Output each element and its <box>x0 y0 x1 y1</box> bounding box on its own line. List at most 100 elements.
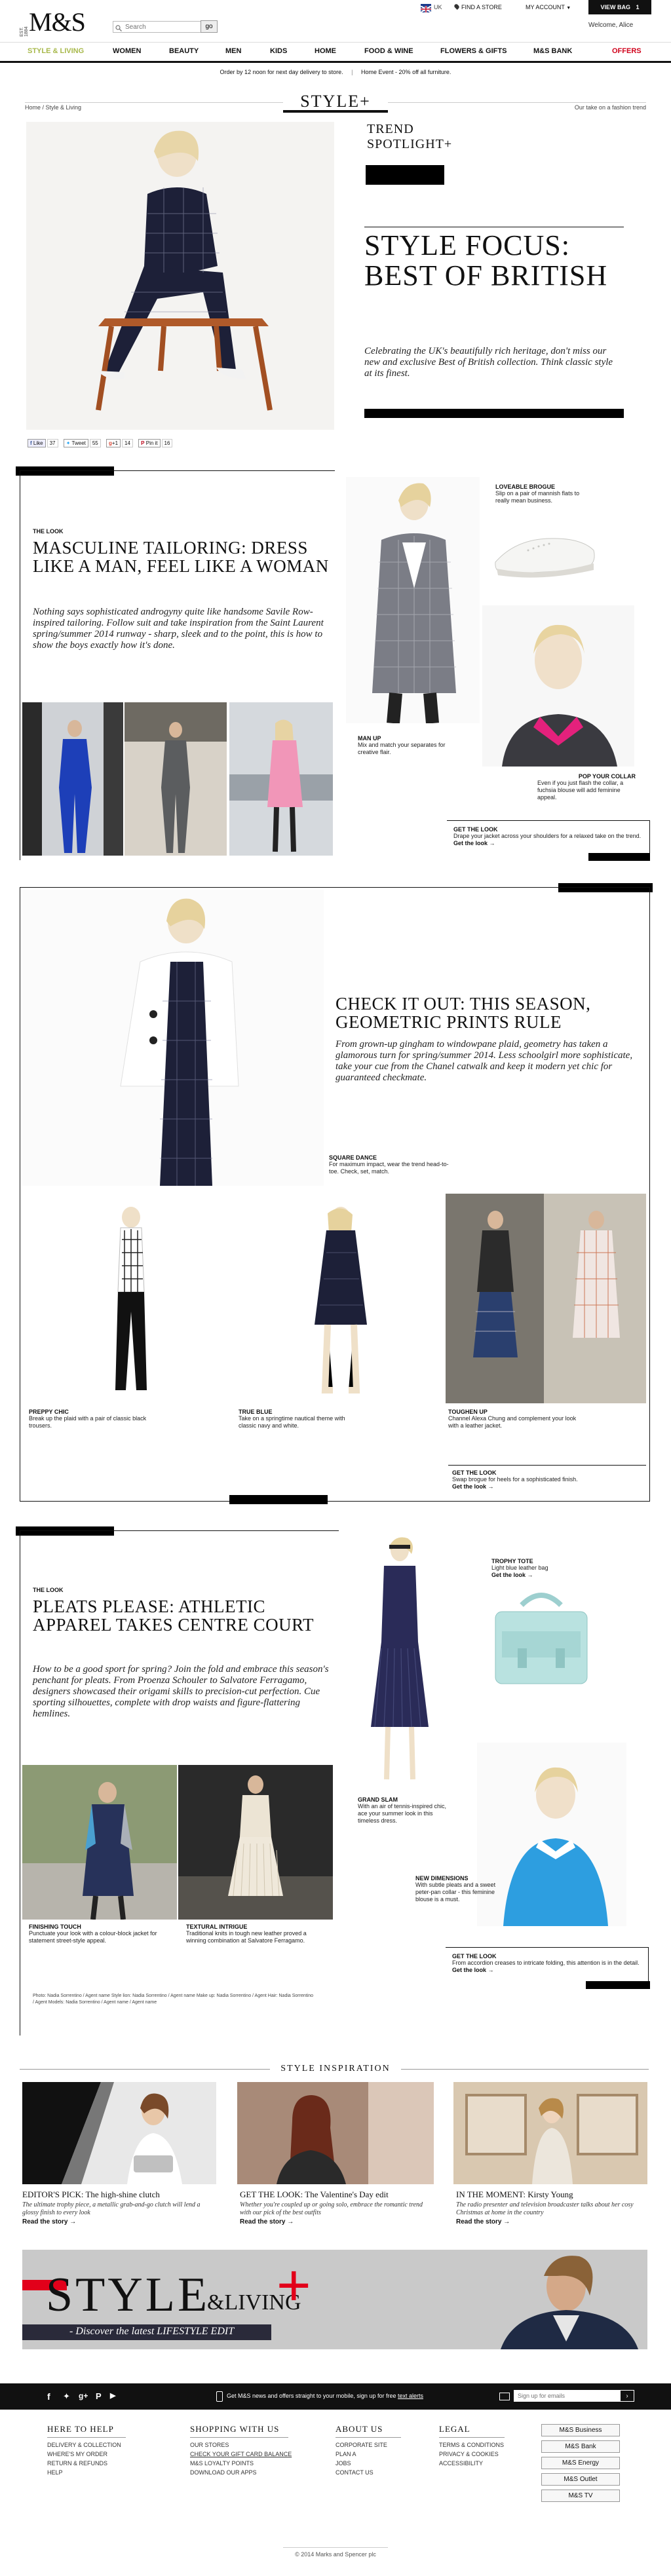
promo-left[interactable]: Order by 12 noon for next day delivery t… <box>220 69 343 75</box>
inspiration-photo-valentine[interactable] <box>237 2082 434 2184</box>
logo-small: EST. 1884 <box>20 26 29 37</box>
look3-get-link[interactable]: Get the look → <box>452 1967 643 1973</box>
my-account-link[interactable]: MY ACCOUNT ▼ <box>526 4 571 10</box>
brand-button-energy[interactable]: M&S Energy <box>541 2457 620 2469</box>
find-store-link[interactable]: FIND A STORE <box>453 3 502 10</box>
inspiration-photo-kirsty[interactable] <box>453 2082 647 2184</box>
nav-item-offers[interactable]: OFFERS <box>612 47 642 55</box>
footer-link-stores[interactable]: OUR STORES <box>190 2440 321 2450</box>
look3-caption-grand-slam: GRAND SLAM With an air of tennis-inspire… <box>358 1796 450 1825</box>
footer-link-corporate[interactable]: CORPORATE SITE <box>336 2440 427 2450</box>
nav-item-men[interactable]: MEN <box>225 47 241 55</box>
footer-col-shopping-rule <box>190 2437 288 2438</box>
footer-link-contact[interactable]: CONTACT US <box>336 2468 427 2477</box>
brand-button-business[interactable]: M&S Business <box>541 2424 620 2436</box>
pin-label: Pin it <box>145 440 158 446</box>
logo[interactable]: EST. 1884 M&S <box>20 7 92 37</box>
view-bag-button[interactable]: VIEW BAG 1 <box>588 0 651 14</box>
pinterest-icon[interactable]: P <box>96 2391 102 2401</box>
main-nav: STYLE & LIVING WOMEN BEAUTY MEN KIDS HOM… <box>0 42 671 63</box>
inspiration-3-title: IN THE MOMENT: Kirsty Young <box>456 2189 573 2199</box>
footer-link-jobs[interactable]: JOBS <box>336 2459 427 2468</box>
footer-link-returns[interactable]: RETURN & REFUNDS <box>47 2459 165 2468</box>
pinterest-button[interactable]: P Pin it <box>138 439 161 447</box>
mail-icon <box>499 2393 510 2400</box>
nav-item-home[interactable]: HOME <box>315 47 336 55</box>
look2-get-look: GET THE LOOK Swap brogue for heels for a… <box>448 1465 646 1495</box>
search-go-button[interactable]: go <box>201 20 218 33</box>
inspiration-3-text: The radio presenter and television broad… <box>456 2201 634 2216</box>
nav-item-beauty[interactable]: BEAUTY <box>169 47 199 55</box>
footer-link-accessibility[interactable]: ACCESSIBILITY <box>439 2459 531 2468</box>
look1-caption-pop-collar: POP YOUR COLLAR Even if you just flash t… <box>537 773 636 801</box>
footer-link-privacy[interactable]: PRIVACY & COOKIES <box>439 2450 531 2459</box>
inspiration-1-text: The ultimate trophy piece, a metallic gr… <box>22 2201 201 2216</box>
tweet-button[interactable]: ✦ Tweet <box>63 439 88 447</box>
promo-right[interactable]: Home Event - 20% off all furniture. <box>361 69 451 75</box>
facebook-icon[interactable]: f <box>47 2391 50 2402</box>
look2-cap3-text: Take on a springtime nautical theme with… <box>239 1415 345 1429</box>
footer-col-help-rule <box>47 2437 126 2438</box>
search-input[interactable] <box>113 21 210 33</box>
look3-caption-new-dimensions: NEW DIMENSIONS With subtle pleats and a … <box>415 1875 507 1903</box>
look3-bottom-bar <box>586 1981 650 1989</box>
nav-item-kids[interactable]: KIDS <box>270 47 287 55</box>
style-living-banner[interactable]: STYLE &LIVING + - Discover the latest LI… <box>22 2250 647 2349</box>
look3-cap5-text: Traditional knits in tough new leather p… <box>186 1930 307 1944</box>
footer-link-help[interactable]: HELP <box>47 2468 165 2477</box>
email-signup-button[interactable]: › <box>620 2390 634 2402</box>
footer-link-plan-a[interactable]: PLAN A <box>336 2450 427 2459</box>
look1-cap1-text: Slip on a pair of mannish flats to reall… <box>495 490 580 504</box>
look3-runway-photo <box>178 1765 333 1920</box>
footer-link-delivery[interactable]: DELIVERY & COLLECTION <box>47 2440 165 2450</box>
footer-link-terms[interactable]: TERMS & CONDITIONS <box>439 2440 531 2450</box>
brand-button-bank[interactable]: M&S Bank <box>541 2440 620 2453</box>
look3-street-photo <box>22 1765 177 1920</box>
look3-cap1-link[interactable]: Get the look → <box>491 1572 590 1578</box>
look1-cap2-title: MAN UP <box>358 735 381 742</box>
footer-link-gift-card[interactable]: CHECK YOUR GIFT CARD BALANCE <box>190 2450 321 2459</box>
google-plus-icon[interactable]: g+ <box>79 2391 88 2400</box>
inspiration-photo-clutch[interactable] <box>22 2082 216 2184</box>
look3-caption-finishing: FINISHING TOUCH Punctuate your look with… <box>29 1923 160 1944</box>
chevron-down-icon: ▼ <box>566 6 571 10</box>
footer-link-order[interactable]: WHERE'S MY ORDER <box>47 2450 165 2459</box>
hero-title: STYLE FOCUS: BEST OF BRITISH <box>364 229 608 292</box>
hero-intro: Celebrating the UK's beautifully rich he… <box>364 346 613 379</box>
inspiration-1-link[interactable]: Read the story → <box>22 2218 216 2226</box>
inspiration-3-link[interactable]: Read the story → <box>456 2218 650 2226</box>
like-count: 37 <box>47 439 58 447</box>
nav-item-bank[interactable]: M&S BANK <box>533 47 572 55</box>
youtube-icon[interactable]: ▶ <box>110 2391 115 2400</box>
nav-item-women[interactable]: WOMEN <box>113 47 141 55</box>
nav-item-flowers-gifts[interactable]: FLOWERS & GIFTS <box>440 47 507 55</box>
look2-get-link[interactable]: Get the look → <box>452 1483 642 1490</box>
gplus-button[interactable]: g+1 <box>106 439 121 447</box>
newsletter-link[interactable]: text alerts <box>398 2393 423 2399</box>
look1-cap3-title: POP YOUR COLLAR <box>578 773 636 780</box>
facebook-like-button[interactable]: f Like <box>28 439 46 447</box>
breadcrumb-home[interactable]: Home <box>25 104 41 111</box>
twitter-icon[interactable]: ✦ <box>63 2391 70 2402</box>
hero-bottom-bar <box>364 409 624 418</box>
look3-title: PLEATS PLEASE: ATHLETIC APPAREL TAKES CE… <box>33 1597 315 1635</box>
look2-cap1-text: For maximum impact, wear the trend head-… <box>329 1161 449 1175</box>
footer-link-loyalty[interactable]: M&S LOYALTY POINTS <box>190 2459 321 2468</box>
welcome-text: Welcome, Alice <box>588 22 634 29</box>
search-icon <box>115 23 122 31</box>
brand-button-outlet[interactable]: M&S Outlet <box>541 2473 620 2486</box>
inspiration-2-link[interactable]: Read the story → <box>240 2218 434 2226</box>
look3-cap5-title: TEXTURAL INTRIGUE <box>186 1923 248 1930</box>
look1-get-link[interactable]: Get the look → <box>453 840 644 846</box>
flag-icon[interactable] <box>420 4 432 13</box>
email-signup-input[interactable] <box>514 2390 620 2402</box>
look3-kicker: THE LOOK <box>33 1587 64 1593</box>
brand-button-tv[interactable]: M&S TV <box>541 2490 620 2502</box>
nav-item-style-living[interactable]: STYLE & LIVING <box>28 47 84 55</box>
look3-cap1-title: TROPHY TOTE <box>491 1558 533 1564</box>
newsletter-text: Get M&S news and offers straight to your… <box>227 2393 396 2399</box>
hero-top-bar <box>366 165 444 185</box>
footer-link-apps[interactable]: DOWNLOAD OUR APPS <box>190 2468 321 2477</box>
nav-item-food-wine[interactable]: FOOD & WINE <box>364 47 413 55</box>
inspiration-item-1: EDITOR'S PICK: The high-shine clutch The… <box>22 2189 216 2226</box>
